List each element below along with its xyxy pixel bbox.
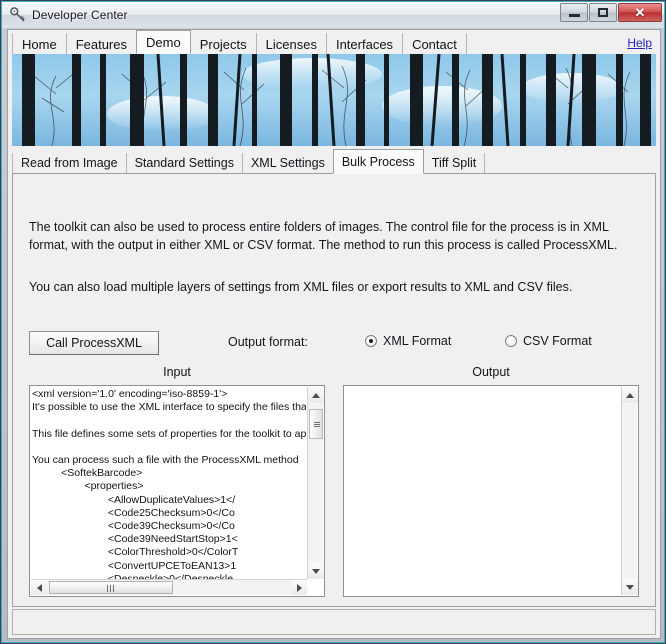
application-window: Developer Center ✕ Home Features Demo Pr… [0,0,666,644]
close-button[interactable]: ✕ [618,3,662,22]
output-text-content [346,388,620,594]
tab-demo[interactable]: Demo [136,30,191,54]
output-textarea[interactable] [343,385,639,597]
call-processxml-button[interactable]: Call ProcessXML [29,331,159,355]
window-controls: ✕ [560,3,662,22]
subtab-read-from-image[interactable]: Read from Image [12,153,127,174]
scroll-up-icon[interactable] [308,387,324,403]
scroll-right-icon[interactable] [291,580,307,595]
main-tab-bar: Home Features Demo Projects Licenses Int… [8,30,660,54]
radio-xml-format[interactable]: XML Format [365,334,451,348]
sub-tab-bar: Read from Image Standard Settings XML Se… [12,149,656,174]
tab-home[interactable]: Home [12,33,67,54]
close-icon: ✕ [634,5,646,20]
subtab-standard-settings[interactable]: Standard Settings [125,153,243,174]
bulk-process-panel: The toolkit can also be used to process … [12,173,656,607]
maximize-button[interactable] [589,3,617,22]
tab-licenses[interactable]: Licenses [255,33,327,54]
input-hscroll-thumb[interactable] [49,581,173,594]
output-format-label: Output format: [228,335,308,349]
minimize-icon [568,14,580,17]
client-area: Home Features Demo Projects Licenses Int… [7,29,661,639]
tab-features[interactable]: Features [65,33,137,54]
radio-csv-format-label: CSV Format [523,334,592,348]
title-bar: Developer Center ✕ [2,2,665,28]
scroll-up-icon[interactable] [622,387,638,403]
tab-contact[interactable]: Contact [402,33,467,54]
output-vertical-scrollbar[interactable] [621,387,638,595]
scroll-down-icon[interactable] [622,579,638,595]
banner-image [12,54,656,146]
output-header: Output [472,365,510,379]
radio-unselected-icon [505,335,517,347]
input-vertical-scrollbar[interactable] [307,387,324,579]
description-paragraph-1: The toolkit can also be used to process … [29,220,618,252]
scroll-left-icon[interactable] [31,580,47,595]
input-header: Input [163,365,191,379]
input-horizontal-scrollbar[interactable] [31,579,307,595]
minimize-button[interactable] [560,3,588,22]
input-vscroll-thumb[interactable] [309,409,323,439]
key-icon [9,6,27,24]
radio-csv-format[interactable]: CSV Format [505,334,592,348]
status-bar [12,609,656,635]
subtab-tiff-split[interactable]: Tiff Split [422,153,486,174]
scroll-down-icon[interactable] [308,563,324,579]
tab-interfaces[interactable]: Interfaces [325,33,404,54]
subtab-xml-settings[interactable]: XML Settings [241,153,334,174]
radio-xml-format-label: XML Format [383,334,452,348]
help-link[interactable]: Help [627,36,652,50]
input-textarea[interactable]: <xml version='1.0' encoding='iso-8859-1'… [29,385,325,597]
input-text-content: <xml version='1.0' encoding='iso-8859-1'… [32,388,306,585]
subtab-bulk-process[interactable]: Bulk Process [332,149,424,174]
radio-selected-icon [365,335,377,347]
description-paragraph-2: You can also load multiple layers of set… [29,280,573,294]
window-title: Developer Center [32,8,128,22]
maximize-icon [598,8,608,17]
tab-projects[interactable]: Projects [189,33,257,54]
